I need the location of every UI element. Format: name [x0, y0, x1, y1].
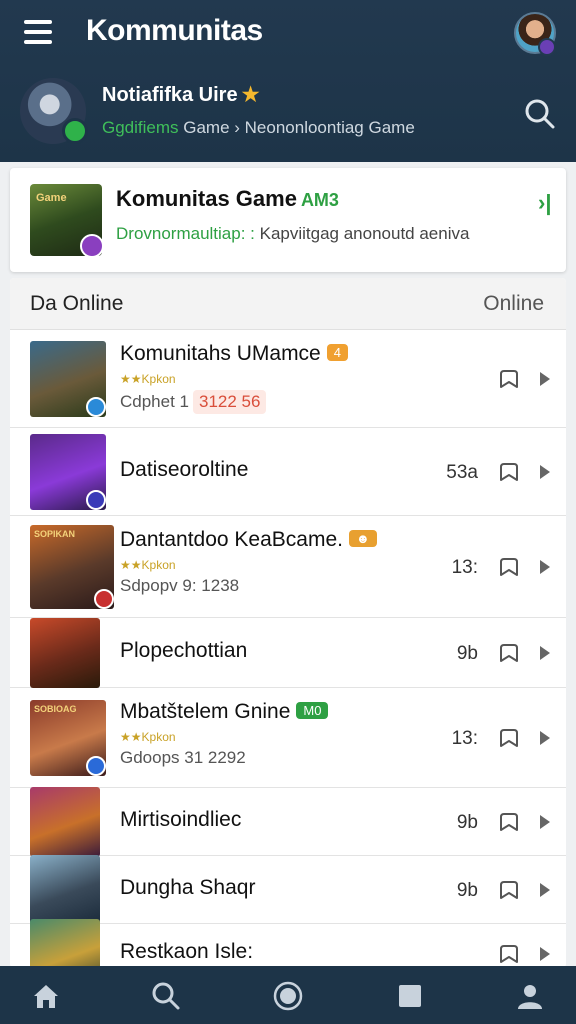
game-meta: Gdoops 31 2292 [120, 748, 246, 767]
rating-stars: ★★Kpkon [120, 730, 176, 744]
game-title: Komunitahs UMamce 4 [120, 342, 348, 366]
list-header-filter[interactable]: Online [483, 292, 544, 316]
list-item[interactable]: SOPIKAN Dantantdoo KeaBcame. ☻ ★★Kpkon Sdpop… [10, 516, 566, 618]
list-item[interactable]: Datiseoroltine 53a [10, 428, 566, 516]
platform-badge-icon [86, 756, 106, 776]
chevron-right-icon[interactable] [538, 814, 552, 830]
featured-game-title: Komunitas Game AM3 [116, 186, 339, 211]
featured-game-card[interactable]: Game Komunitas Game AM3 Drovnormaultiap: … [10, 168, 566, 272]
top-app-bar: Kommunitas Notiafifka Uire ★ Ggdifiems Ga… [0, 0, 576, 162]
chevron-right-icon[interactable] [538, 645, 552, 661]
bookmark-icon[interactable] [498, 728, 520, 748]
rating-stars: ★★Kpkon [120, 372, 176, 386]
page-title: Kommunitas [86, 14, 263, 47]
chevron-right-icon[interactable] [538, 559, 552, 575]
chevron-right-icon[interactable] [538, 882, 552, 898]
game-thumbnail [30, 919, 100, 968]
game-tag: ☻ [348, 530, 377, 547]
bookmark-icon[interactable] [498, 462, 520, 482]
game-title: Mirtisoindliec [120, 808, 242, 831]
chevron-right-icon[interactable] [538, 730, 552, 746]
online-badge [62, 118, 88, 144]
game-meta: Cdphet 1 3122 56 [120, 390, 267, 414]
bottom-navigation [0, 966, 576, 1024]
list-header-title: Da Online [30, 292, 124, 315]
featured-game-subtitle: Drovnormaultiap: : Kapviitgag anonoutd a… [116, 224, 470, 243]
avatar-badge [538, 38, 556, 56]
player-count: 13: [451, 728, 478, 749]
game-title: Restkaon Isle: [120, 940, 254, 963]
menu-icon[interactable] [24, 20, 52, 44]
player-count: 53a [446, 462, 478, 483]
list-item[interactable]: Plopechottian 9b [10, 618, 566, 688]
profile-icon[interactable] [514, 980, 546, 1012]
game-title: Dungha Shaqr [120, 876, 256, 899]
player-count: 13: [451, 557, 478, 578]
featured-game-badge [80, 234, 104, 258]
player-count: 9b [456, 643, 478, 664]
game-thumbnail [30, 618, 100, 688]
featured-open-arrow-icon[interactable]: ›| [538, 190, 551, 216]
game-tag: M0 [296, 702, 329, 719]
chevron-right-icon[interactable] [538, 371, 552, 387]
list-header: Da Online Online [10, 278, 566, 330]
game-title: Datiseoroltine [120, 458, 249, 481]
platform-badge-icon [86, 397, 106, 417]
bookmark-icon[interactable] [498, 812, 520, 832]
bookmark-icon[interactable] [498, 880, 520, 900]
notification-subtitle: Ggdifiems Game › Neononloontiag Game [102, 118, 415, 137]
list-item[interactable]: Dungha Shaqr 9b [10, 855, 566, 925]
rating-stars: ★★Kpkon [120, 558, 176, 572]
list-item[interactable]: SOBIOAG Mbatštelem Gnine M0 ★★Kpkon Gdoops 3… [10, 688, 566, 788]
game-list-panel: Da Online Online Komunitahs UMamce 4 ★★Kpk… [10, 278, 566, 968]
star-icon: ★ [241, 84, 260, 106]
square-icon[interactable] [394, 980, 426, 1012]
price-badge: 3122 56 [193, 390, 267, 414]
player-count: 9b [456, 880, 478, 901]
list-item[interactable]: Mirtisoindliec 9b [10, 787, 566, 857]
bookmark-icon[interactable] [498, 369, 520, 389]
game-thumbnail [30, 787, 100, 857]
bookmark-icon[interactable] [498, 944, 520, 964]
bookmark-icon[interactable] [498, 643, 520, 663]
chevron-right-icon[interactable] [538, 946, 552, 962]
game-title: Plopechottian [120, 639, 248, 662]
player-count: 9b [456, 812, 478, 833]
game-meta: Sdpopv 9: 1238 [120, 576, 240, 595]
home-icon[interactable] [30, 980, 62, 1012]
thumbnail-label: SOPIKAN [34, 529, 76, 539]
search-icon[interactable] [524, 98, 556, 130]
list-item[interactable]: Restkaon Isle: [10, 919, 566, 968]
game-thumbnail [30, 855, 100, 925]
game-title: Mbatštelem Gnine M0 [120, 700, 329, 724]
search-icon[interactable] [150, 980, 182, 1012]
game-tag: 4 [326, 344, 348, 361]
notification-title[interactable]: Notiafifka Uire ★ [102, 82, 260, 107]
list-item[interactable]: Komunitahs UMamce 4 ★★Kpkon Cdphet 1 3122 56 [10, 330, 566, 428]
chevron-right-icon[interactable] [538, 464, 552, 480]
record-icon[interactable] [272, 980, 304, 1012]
game-title: Dantantdoo KeaBcame. ☻ [120, 528, 377, 552]
platform-badge-icon [86, 490, 106, 510]
bookmark-icon[interactable] [498, 557, 520, 577]
platform-badge-icon [94, 589, 114, 609]
thumbnail-label: SOBIOAG [34, 704, 77, 714]
